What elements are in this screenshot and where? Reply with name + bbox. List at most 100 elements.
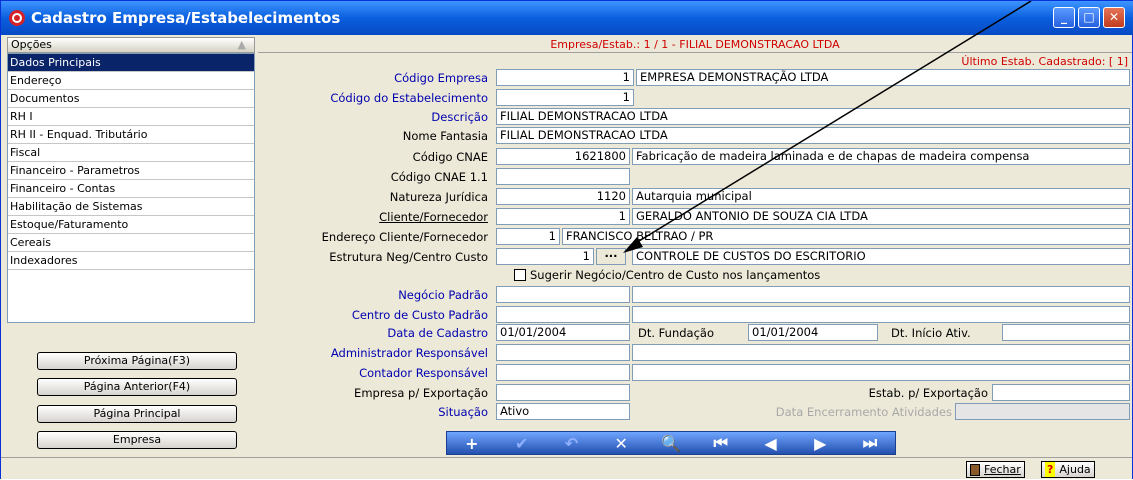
sidebar-item[interactable]: Indexadores (8, 252, 254, 270)
natureza-input[interactable]: 1120 (496, 188, 630, 205)
data-cadastro-input[interactable]: 01/01/2004 (496, 324, 630, 341)
maximize-button[interactable]: □ (1078, 7, 1100, 28)
options-list: Dados Principais Endereço Documentos RH I RH… (7, 53, 255, 323)
dt-fundacao-input[interactable]: 01/01/2004 (748, 324, 878, 341)
confirm-icon[interactable]: ✔ (508, 434, 536, 453)
codigo-empresa-desc: EMPRESA DEMONSTRAÇÃO LTDA (636, 69, 1130, 86)
sidebar-item[interactable]: Financeiro - Contas (8, 180, 254, 198)
sidebar-item[interactable]: Endereço (8, 72, 254, 90)
negocio-desc (632, 286, 1130, 303)
natureza-label: Natureza Jurídica (389, 190, 488, 204)
dt-inicio-label: Dt. Início Ativ. (891, 326, 971, 340)
estab-export-label: Estab. p/ Exportação (868, 386, 988, 400)
record-toolbar: + ✔ ↶ ✕ 🔍 ⏮ ◀ ▶ ⏭ (446, 431, 896, 455)
data-cadastro-label: Data de Cadastro (387, 326, 488, 340)
centro-desc (632, 306, 1130, 323)
codigo-empresa-label: Código Empresa (394, 71, 488, 85)
natureza-desc: Autarquia municipal (632, 188, 1130, 205)
endereco-label: Endereço Cliente/Fornecedor (321, 230, 488, 244)
nome-fantasia-label: Nome Fantasia (402, 129, 488, 143)
options-header: Opções ▲ (7, 37, 255, 53)
empresa-title: Empresa/Estab.: 1 / 1 - FILIAL DEMONSTRA… (258, 37, 1132, 53)
emp-export-input[interactable] (496, 384, 630, 401)
cnae11-label: Código CNAE 1.1 (390, 170, 488, 184)
sidebar-item[interactable]: Estoque/Faturamento (8, 216, 254, 234)
fechar-button[interactable]: Fechar (966, 461, 1025, 478)
nome-fantasia-input[interactable]: FILIAL DEMONSTRACAO LTDA (496, 127, 1130, 144)
sidebar: Opções ▲ Dados Principais Endereço Document… (7, 37, 255, 449)
ajuda-button[interactable]: ? Ajuda (1041, 461, 1095, 478)
cliente-label: Cliente/Fornecedor (379, 210, 488, 224)
cliente-desc: GERALDO ANTONIO DE SOUZA CIA LTDA (632, 208, 1130, 225)
negocio-input[interactable] (496, 286, 630, 303)
sidebar-item[interactable]: RH II - Enquad. Tributário (8, 126, 254, 144)
descricao-label: Descrição (431, 110, 488, 124)
sugerir-label: Sugerir Negócio/Centro de Custo nos lanç… (530, 268, 821, 282)
prev-page-button[interactable]: Página Anterior(F4) (37, 378, 237, 396)
codigo-empresa-input[interactable]: 1 (496, 69, 634, 86)
next-record-icon[interactable]: ▶ (806, 434, 834, 453)
sidebar-item[interactable]: Financeiro - Parametros (8, 162, 254, 180)
help-icon: ? (1045, 462, 1056, 477)
estrutura-input[interactable]: 1 (496, 248, 594, 265)
situacao-input[interactable]: Ativo (496, 403, 630, 420)
contador-label: Contador Responsável (359, 366, 488, 380)
last-record-icon[interactable]: ⏭ (856, 433, 884, 453)
chevron-up-icon: ▲ (237, 38, 246, 51)
codigo-estab-input[interactable]: 1 (496, 89, 634, 106)
situacao-label: Situação (438, 405, 488, 419)
sidebar-item[interactable]: Habilitação de Sistemas (8, 198, 254, 216)
centro-input[interactable] (496, 306, 630, 323)
estrutura-desc: CONTROLE DE CUSTOS DO ESCRITORIO (632, 248, 1130, 265)
cliente-input[interactable]: 1 (496, 208, 630, 225)
delete-icon[interactable]: ✕ (607, 434, 635, 453)
window: Cadastro Empresa/Estabelecimentos _ □ ✕ … (0, 0, 1133, 479)
sidebar-item[interactable]: RH I (8, 108, 254, 126)
estrutura-label: Estrutura Neg/Centro Custo (329, 250, 488, 264)
cnae-label: Código CNAE (412, 150, 488, 164)
administrador-desc (632, 344, 1130, 361)
main-page-button[interactable]: Página Principal (37, 405, 237, 423)
administrador-input[interactable] (496, 344, 630, 361)
data-encerramento-input (955, 403, 1130, 420)
descricao-input[interactable]: FILIAL DEMONSTRACAO LTDA (496, 108, 1130, 125)
data-encerramento-label: Data Encerramento Atividades (775, 405, 952, 419)
status-bar: Fechar ? Ajuda (1, 457, 1132, 479)
close-button[interactable]: ✕ (1103, 7, 1125, 28)
window-title: Cadastro Empresa/Estabelecimentos (31, 9, 341, 27)
estrutura-browse-button[interactable]: ··· (596, 248, 626, 265)
cnae11-input[interactable] (496, 168, 630, 185)
cnae-desc: Fabricação de madeira laminada e de chap… (632, 148, 1130, 165)
dt-fundacao-label: Dt. Fundação (638, 326, 714, 340)
administrador-label: Administrador Responsável (330, 346, 488, 360)
estab-export-input[interactable] (992, 384, 1130, 401)
next-page-button[interactable]: Próxima Página(F3) (37, 352, 237, 370)
empresa-button[interactable]: Empresa (37, 431, 237, 449)
endereco-desc: FRANCISCO BELTRAO / PR (562, 228, 1130, 245)
sidebar-item[interactable]: Dados Principais (8, 54, 254, 72)
title-bar[interactable]: Cadastro Empresa/Estabelecimentos _ □ ✕ (1, 1, 1133, 35)
first-record-icon[interactable]: ⏮ (707, 433, 735, 453)
emp-export-label: Empresa p/ Exportação (354, 386, 488, 400)
contador-desc (632, 364, 1130, 381)
minimize-button[interactable]: _ (1053, 7, 1075, 28)
sidebar-item[interactable]: Fiscal (8, 144, 254, 162)
door-icon (970, 463, 980, 476)
codigo-estab-label: Código do Estabelecimento (330, 91, 488, 105)
endereco-input[interactable]: 1 (496, 228, 560, 245)
main-panel: Empresa/Estab.: 1 / 1 - FILIAL DEMONSTRA… (258, 37, 1132, 457)
ultimo-estab: Último Estab. Cadastrado: [ 1] (961, 55, 1128, 68)
app-icon (9, 10, 25, 26)
sidebar-item[interactable]: Documentos (8, 90, 254, 108)
negocio-label: Negócio Padrão (398, 288, 488, 302)
prev-record-icon[interactable]: ◀ (756, 434, 784, 453)
dt-inicio-input[interactable] (1002, 324, 1130, 341)
search-icon[interactable]: 🔍 (657, 434, 685, 453)
cnae-input[interactable]: 1621800 (496, 148, 630, 165)
contador-input[interactable] (496, 364, 630, 381)
centro-label: Centro de Custo Padrão (351, 308, 488, 322)
sidebar-item[interactable]: Cereais (8, 234, 254, 252)
undo-icon[interactable]: ↶ (557, 434, 585, 453)
add-icon[interactable]: + (458, 434, 486, 453)
sugerir-checkbox[interactable] (514, 269, 526, 281)
